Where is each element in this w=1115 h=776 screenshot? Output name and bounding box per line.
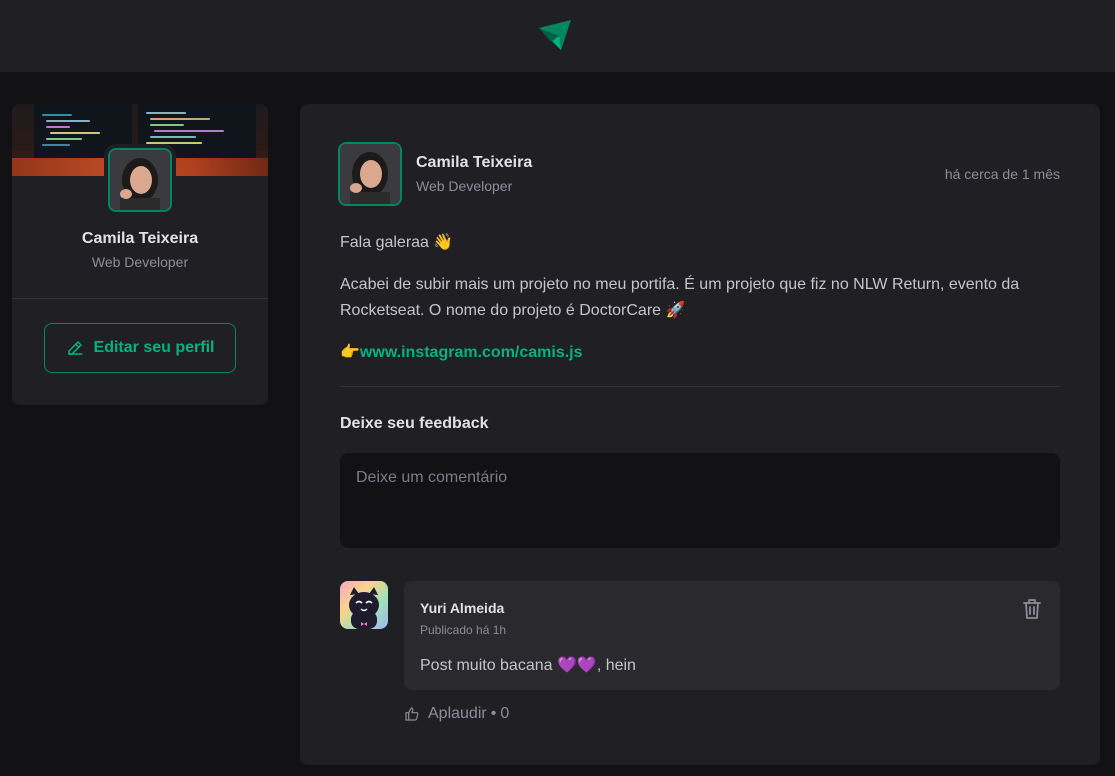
edit-profile-button[interactable]: Editar seu perfil bbox=[44, 323, 236, 373]
applaud-count: 0 bbox=[500, 705, 510, 722]
comment-time: Publicado há 1h bbox=[420, 623, 507, 637]
applaud-separator: • bbox=[490, 705, 497, 722]
post-paragraph: Acabei de subir mais um projeto no meu p… bbox=[340, 276, 1020, 319]
thumbs-up-icon bbox=[405, 707, 419, 721]
profile-avatar[interactable] bbox=[104, 144, 176, 216]
comment-box: Yuri Almeida Publicado há 1h Post muito … bbox=[404, 581, 1060, 690]
applaud-label: Aplaudir bbox=[428, 705, 487, 722]
commenter-avatar[interactable] bbox=[340, 581, 388, 629]
post-divider bbox=[340, 386, 1060, 387]
feedback-title: Deixe seu feedback bbox=[340, 415, 489, 432]
trash-icon[interactable] bbox=[1020, 597, 1044, 621]
comment-author: Yuri Almeida bbox=[420, 600, 505, 616]
post-link-line: 👉 www.instagram.com/camis.js bbox=[340, 340, 1060, 366]
post-content: Fala galeraa 👋 Acabei de subir mais um p… bbox=[340, 230, 1060, 382]
sidebar-divider bbox=[12, 298, 268, 299]
author-role: Web Developer bbox=[416, 178, 513, 194]
paper-plane-logo-icon bbox=[538, 20, 571, 50]
author-name: Camila Teixeira bbox=[416, 154, 533, 171]
post-published-time: há cerca de 1 mês bbox=[944, 166, 1060, 182]
profile-sidebar: Camila Teixeira Web Developer Editar seu… bbox=[12, 104, 268, 405]
instagram-link[interactable]: www.instagram.com/camis.js bbox=[360, 340, 583, 366]
pencil-icon bbox=[67, 341, 83, 355]
profile-name: Camila Teixeira bbox=[81, 230, 199, 247]
edit-profile-label: Editar seu perfil bbox=[93, 339, 215, 356]
comment-textarea[interactable] bbox=[340, 453, 1060, 548]
author-avatar[interactable] bbox=[334, 138, 406, 210]
applaud-button[interactable]: Aplaudir • 0 bbox=[404, 705, 509, 723]
app-header bbox=[0, 0, 1115, 72]
pointing-hand-emoji: 👉 bbox=[340, 344, 360, 361]
profile-role: Web Developer bbox=[91, 254, 189, 270]
comment-text: Post muito bacana 💜💜, hein bbox=[420, 657, 636, 674]
post-card: Camila Teixeira Web Developer há cerca d… bbox=[300, 104, 1100, 765]
post-paragraph: Fala galeraa 👋 bbox=[340, 234, 454, 251]
